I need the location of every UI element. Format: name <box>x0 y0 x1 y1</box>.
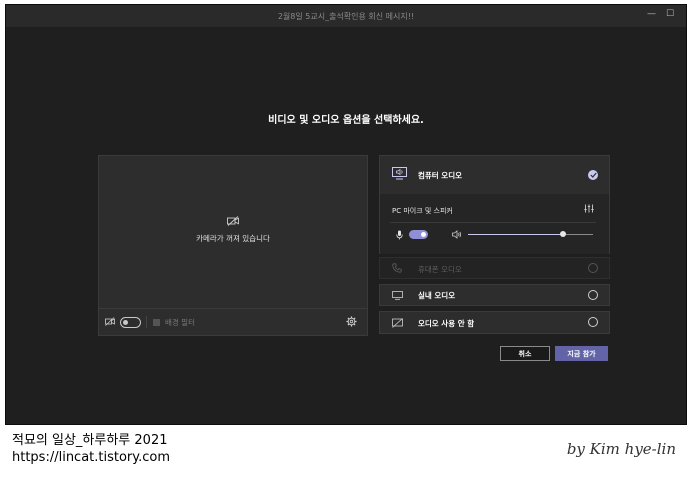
room-display-icon <box>392 291 403 300</box>
room-audio-radio[interactable] <box>588 290 598 300</box>
background-filter-button[interactable]: 배경 필터 <box>153 317 195 328</box>
phone-audio-radio[interactable] <box>588 263 598 273</box>
monitor-speaker-icon <box>392 167 407 180</box>
page-title: 비디오 및 오디오 옵션을 선택하세요. <box>268 115 424 126</box>
gear-icon[interactable] <box>346 316 357 327</box>
volume-fill <box>468 234 563 235</box>
camera-off-message: 카메라가 꺼져 있습니다 <box>196 234 270 243</box>
audio-device-settings: PC 마이크 및 스피커 <box>379 194 610 254</box>
audio-off-icon <box>392 318 403 328</box>
no-audio-label: 오디오 사용 안 함 <box>418 319 475 328</box>
divider <box>390 222 596 223</box>
mic-icon <box>396 230 403 240</box>
background-filter-label: 배경 필터 <box>165 318 195 327</box>
phone-audio-option[interactable]: 휴대폰 오디오 <box>379 257 610 279</box>
speaker-icon <box>452 230 462 239</box>
maximize-button[interactable]: ☐ <box>666 9 674 19</box>
sliders-icon[interactable] <box>584 204 594 213</box>
room-audio-option[interactable]: 실내 오디오 <box>379 284 610 306</box>
window-title: 2월8일 5교시_출석확인용 회신 메시지!! <box>277 11 415 21</box>
room-audio-label: 실내 오디오 <box>418 291 456 300</box>
computer-audio-option[interactable]: 컴퓨터 오디오 <box>379 155 610 195</box>
minimize-button[interactable]: — <box>647 9 656 19</box>
blog-url: https://lincat.tistory.com <box>12 450 171 465</box>
blog-title: 적묘의 일상_하루하루 2021 <box>12 433 168 448</box>
audio-device-label: PC 마이크 및 스피커 <box>392 207 453 215</box>
no-audio-radio[interactable] <box>588 317 598 327</box>
volume-slider-thumb[interactable] <box>560 231 566 237</box>
checkmark-icon <box>588 170 598 180</box>
video-preview: 카메라가 꺼져 있습니다 <box>99 156 367 308</box>
camera-icon <box>105 317 115 326</box>
no-audio-option[interactable]: 오디오 사용 안 함 <box>379 311 610 334</box>
cancel-button[interactable]: 취소 <box>500 346 550 361</box>
camera-toggle[interactable] <box>120 317 141 328</box>
join-now-button[interactable]: 지금 참가 <box>555 346 608 361</box>
phone-audio-label: 휴대폰 오디오 <box>418 265 462 274</box>
phone-icon <box>392 263 402 273</box>
video-preview-panel: 카메라가 꺼져 있습니다 배경 필터 <box>98 155 368 336</box>
meeting-prejoin-window: 2월8일 5교시_출석확인용 회신 메시지!! — ☐ 비디오 및 오디오 옵션… <box>5 4 687 425</box>
signature: by Kim hye-lin <box>566 440 676 458</box>
video-controls-bar: 배경 필터 <box>99 308 367 336</box>
title-bar: 2월8일 5교시_출석확인용 회신 메시지!! — ☐ <box>6 5 686 27</box>
blog-caption: 적묘의 일상_하루하루 2021 https://lincat.tistory.… <box>12 432 170 466</box>
background-filter-icon <box>153 319 160 326</box>
computer-audio-label: 컴퓨터 오디오 <box>418 171 463 180</box>
camera-off-icon <box>227 216 239 226</box>
divider <box>146 316 147 328</box>
mic-toggle[interactable] <box>409 230 428 239</box>
